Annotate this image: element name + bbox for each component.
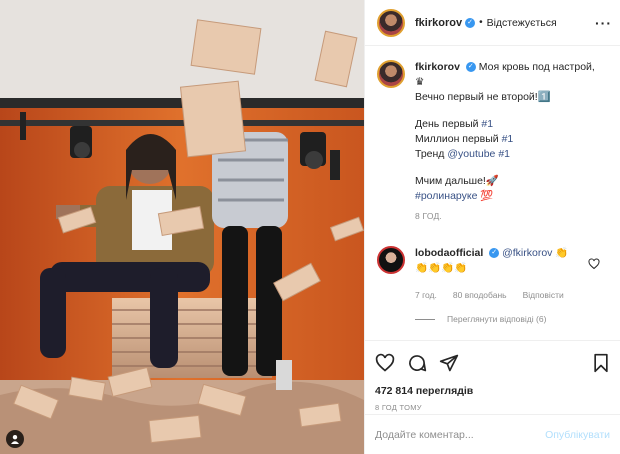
- view-count[interactable]: 472 814 переглядів: [375, 385, 610, 397]
- caption-time[interactable]: 8 год.: [415, 209, 595, 224]
- caption-username[interactable]: fkirkorov: [415, 61, 460, 73]
- author-username[interactable]: fkirkorov: [415, 17, 462, 29]
- verified-badge-icon: ✓: [465, 62, 476, 73]
- comment-likes[interactable]: 80 вподобань: [453, 290, 507, 300]
- comment-input[interactable]: [375, 428, 546, 441]
- commenter-avatar[interactable]: [377, 246, 405, 274]
- replies-divider: [415, 318, 435, 320]
- comment-bubble-icon[interactable]: [407, 353, 427, 373]
- like-comment-icon[interactable]: [588, 258, 600, 270]
- tagged-users-icon[interactable]: [6, 430, 24, 448]
- mention-link[interactable]: @youtube: [447, 148, 495, 160]
- rocket-emoji: 🚀: [485, 175, 499, 187]
- follow-status-button[interactable]: Відстежується: [487, 17, 557, 29]
- caption-line-2: Вечно первый не второй!: [415, 91, 538, 103]
- post-actions: 472 814 переглядів 8 год тому: [365, 340, 620, 414]
- video-frame: [0, 0, 364, 454]
- comment-time[interactable]: 7 год.: [415, 290, 437, 300]
- more-options-icon[interactable]: ···: [595, 15, 612, 31]
- share-paper-plane-icon[interactable]: [439, 353, 459, 373]
- post-panel: fkirkorov ✓ • Відстежується ··· fkirkoro…: [364, 0, 620, 454]
- comment-text: lobodaofficial ✓ @fkirkorov 👏👏👏👏👏: [415, 246, 575, 276]
- separator-dot: •: [479, 17, 483, 28]
- bookmark-icon[interactable]: [592, 353, 610, 373]
- comment: lobodaofficial ✓ @fkirkorov 👏👏👏👏👏: [365, 224, 620, 276]
- caption-text: fkirkorov ✓ Моя кровь под настрой, ♛ Веч…: [415, 60, 595, 224]
- view-replies-button[interactable]: Переглянути відповіді (6): [415, 314, 620, 324]
- caption-avatar[interactable]: [377, 60, 405, 88]
- caption: fkirkorov ✓ Моя кровь под настрой, ♛ Веч…: [365, 46, 620, 224]
- number-one-emoji: 1️⃣: [537, 91, 551, 103]
- post-header: fkirkorov ✓ • Відстежується ···: [365, 0, 620, 46]
- comment-meta: 7 год. 80 вподобань Відповісти: [415, 290, 620, 300]
- hashtag-link[interactable]: #ролинаруке: [415, 190, 477, 202]
- mention-link[interactable]: @fkirkorov: [502, 247, 552, 259]
- caption-line-4: Миллион первый: [415, 133, 502, 145]
- hashtag-link[interactable]: #1: [498, 148, 510, 160]
- verified-badge-icon: ✓: [489, 248, 500, 259]
- caption-line-3: День первый: [415, 118, 482, 130]
- crown-emoji: ♛: [415, 76, 425, 88]
- hundred-emoji: 💯: [480, 190, 494, 202]
- add-comment-bar: Опублікувати: [365, 414, 620, 454]
- caption-line-6: Мчим дальше!: [415, 175, 486, 187]
- author-avatar[interactable]: [377, 8, 405, 37]
- post-timestamp[interactable]: 8 год тому: [375, 403, 610, 412]
- hashtag-link[interactable]: #1: [502, 133, 514, 145]
- person-icon: [11, 435, 19, 444]
- view-replies-label: Переглянути відповіді (6): [447, 314, 547, 324]
- commenter-username[interactable]: lobodaofficial: [415, 247, 483, 259]
- caption-line-5: Тренд: [415, 148, 448, 160]
- post-video[interactable]: [0, 0, 364, 454]
- hashtag-link[interactable]: #1: [481, 118, 493, 130]
- like-heart-icon[interactable]: [375, 353, 395, 373]
- verified-badge-icon: ✓: [465, 17, 476, 28]
- reply-button[interactable]: Відповісти: [523, 290, 564, 300]
- publish-button[interactable]: Опублікувати: [545, 429, 610, 441]
- caption-line-1: Моя кровь под настрой,: [478, 61, 595, 73]
